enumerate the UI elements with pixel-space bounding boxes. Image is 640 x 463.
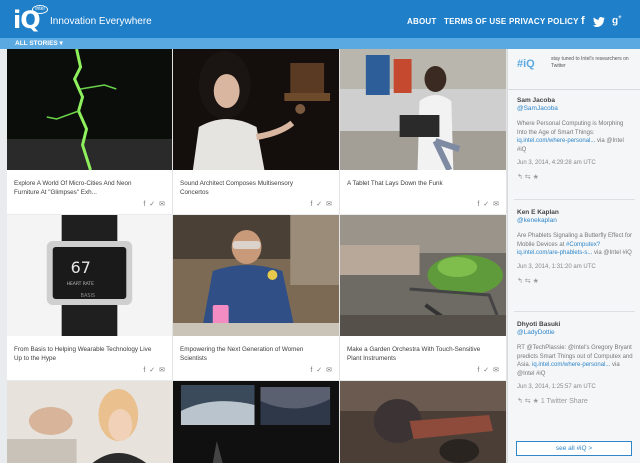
story-caption[interactable]: Explore A World Of Micro-Cities And Neon… (14, 179, 154, 197)
story-caption[interactable]: Sound Architect Composes Multisensory Co… (180, 179, 320, 197)
watch-label: HEART RATE (67, 281, 94, 287)
nav-privacy-policy[interactable]: PRIVACY POLICY (509, 17, 579, 26)
all-stories-dropdown[interactable]: ALL STORIES ▾ (15, 39, 63, 47)
hashtag-iq[interactable]: #iQ (517, 58, 535, 70)
tweet-link[interactable]: iq.intel.com/where-personal... (517, 138, 595, 144)
twitter-icon[interactable] (593, 16, 605, 28)
watch-value: 67 (71, 258, 91, 277)
tweet-author[interactable]: Sam Jacoba (517, 97, 633, 104)
top-header: iQ intel Innovation Everywhere ABOUT TER… (0, 0, 640, 38)
tweet-text-part: via @Intel #iQ (592, 250, 632, 256)
tweet-actions[interactable]: ↰ ⇆ ★ (517, 277, 633, 285)
share-icons[interactable]: f ✓ ✉ (310, 200, 333, 208)
story-card[interactable] (340, 381, 507, 463)
story-caption[interactable]: From Basis to Helping Wearable Technolog… (14, 345, 154, 363)
tweet: Dhyoti Basuki @LadyDottie RT @TechPlassi… (517, 321, 633, 405)
tweet-actions[interactable]: ↰ ⇆ ★ 1 Twitter Share (517, 397, 633, 405)
nav-about[interactable]: ABOUT (407, 17, 436, 26)
see-all-button[interactable]: see all #iQ > (516, 441, 632, 456)
sidebar-header: #iQ stay tuned to Intel's researchers on… (508, 49, 640, 90)
story-caption[interactable]: Empowering the Next Generation of Women … (180, 345, 320, 363)
share-icons[interactable]: f ✓ ✉ (143, 200, 166, 208)
tweet-timestamp: Jun 3, 2014, 1:25:57 am UTC (517, 384, 596, 390)
tweet-link[interactable]: iq.intel.com/where-personal... (532, 362, 610, 368)
tweet-divider (514, 199, 635, 200)
tweet-text: Are Phablets Signaling a Butterfly Effec… (517, 232, 633, 258)
story-caption[interactable]: Make a Garden Orchestra With Touch-Sensi… (347, 345, 487, 363)
story-card[interactable]: 67 HEART RATE BASIS From Basis to Helpin… (7, 215, 173, 380)
share-icons[interactable]: f ✓ ✉ (477, 366, 500, 374)
tweet-author[interactable]: Ken E Kaplan (517, 209, 633, 216)
tweet-divider (514, 311, 635, 312)
story-image-basis-watch[interactable]: 67 HEART RATE BASIS (7, 215, 172, 336)
page: iQ intel Innovation Everywhere ABOUT TER… (0, 0, 640, 463)
tweet: Sam Jacoba @SamJacoba Where Personal Com… (517, 97, 633, 181)
tweet-handle[interactable]: @kenekaplan (517, 217, 633, 224)
story-card[interactable]: Explore A World Of Micro-Cities And Neon… (7, 49, 173, 214)
story-caption[interactable]: A Tablet That Lays Down the Funk (347, 179, 487, 188)
tweet-handle[interactable]: @SamJacoba (517, 105, 633, 112)
intel-badge: intel (32, 5, 48, 14)
story-image-garden-orchestra[interactable] (340, 215, 506, 336)
story-image-neon[interactable] (7, 49, 172, 170)
iq-logo[interactable]: iQ intel (13, 4, 48, 34)
story-card[interactable] (7, 381, 173, 463)
site-title: Innovation Everywhere (50, 16, 152, 27)
stay-tuned-text: stay tuned to Intel's researchers on Twi… (551, 56, 629, 69)
story-image-screens[interactable] (173, 381, 339, 463)
tweet-handle[interactable]: @LadyDottie (517, 329, 633, 336)
twitter-sidebar: #iQ stay tuned to Intel's researchers on… (507, 49, 640, 463)
story-image-hands[interactable] (7, 381, 172, 463)
tweet-actions[interactable]: ↰ ⇆ ★ (517, 173, 633, 181)
tweet-timestamp: Jun 3, 2014, 1:31:20 am UTC (517, 263, 596, 270)
share-icons[interactable]: f ✓ ✉ (143, 366, 166, 374)
story-card[interactable]: Make a Garden Orchestra With Touch-Sensi… (340, 215, 507, 380)
tweet-text: RT @TechPlassie: @Intel's Gregory Bryant… (517, 344, 633, 378)
tweet-text-part: Where Personal Computing is Morphing Int… (517, 121, 624, 136)
tweet: Ken E Kaplan @kenekaplan Are Phablets Si… (517, 209, 633, 285)
story-image-tablet-funk[interactable] (340, 49, 506, 170)
nav-terms-of-use[interactable]: TERMS OF USE (444, 17, 506, 26)
category-bar: ALL STORIES ▾ (0, 38, 640, 49)
story-card[interactable]: A Tablet That Lays Down the Funk f ✓ ✉ (340, 49, 507, 214)
story-card[interactable]: Empowering the Next Generation of Women … (173, 215, 340, 380)
share-icons[interactable]: f ✓ ✉ (477, 200, 500, 208)
story-image-maker[interactable] (340, 381, 506, 463)
facebook-icon[interactable]: f (581, 15, 585, 27)
tweet-text: Where Personal Computing is Morphing Int… (517, 120, 633, 154)
story-image-sound-architect[interactable] (173, 49, 339, 170)
tweet-author[interactable]: Dhyoti Basuki (517, 321, 633, 328)
story-image-women-scientists[interactable] (173, 215, 339, 336)
story-card[interactable]: Sound Architect Composes Multisensory Co… (173, 49, 340, 214)
share-icons[interactable]: f ✓ ✉ (310, 366, 333, 374)
story-card[interactable] (173, 381, 340, 463)
google-plus-icon[interactable]: g+ (612, 15, 622, 27)
tweet-timestamp: Jun 3, 2014, 4:29:28 am UTC (517, 160, 596, 166)
watch-brand: BASIS (81, 293, 96, 299)
